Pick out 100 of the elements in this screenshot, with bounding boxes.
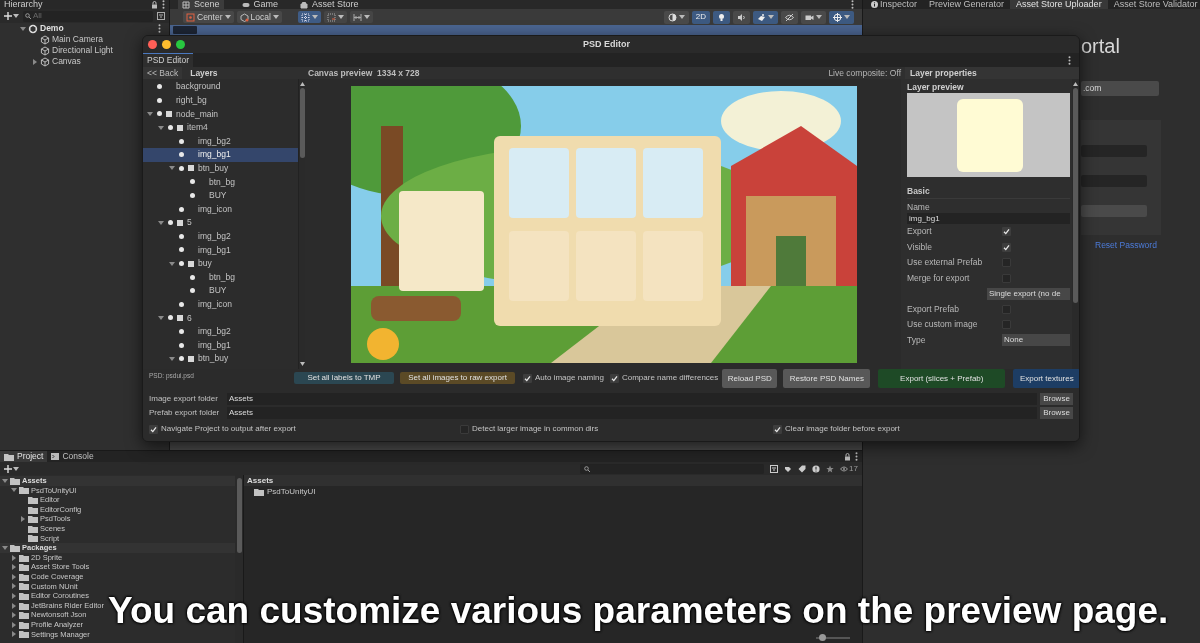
input-field[interactable] [1081,175,1147,187]
folder-path-field[interactable]: Assets [227,407,1037,419]
back-button[interactable]: << Back [143,67,183,79]
visibility-dot-icon[interactable] [157,84,162,90]
checkbox[interactable] [149,424,158,434]
visibility-dot-icon[interactable] [179,261,184,266]
view-toggle[interactable]: 2D [691,10,710,24]
collapse-arrow-icon[interactable] [32,58,38,65]
inspector-tab[interactable]: Asset Store Uploader [1010,0,1108,9]
expand-arrow-icon[interactable] [158,314,164,321]
scene-tab[interactable]: Scene [178,0,224,9]
view-toggle[interactable] [713,10,730,24]
layer-row[interactable]: BUY [143,283,298,298]
view-toggle[interactable] [753,10,778,24]
project-tab[interactable]: Project [0,451,48,462]
more-options-icon[interactable] [158,24,161,33]
dropdown[interactable]: Single export (no de [987,287,1070,300]
label-icon[interactable] [798,464,807,473]
layer-row[interactable]: img_icon [143,297,298,312]
view-toggle[interactable] [663,10,689,24]
layer-row[interactable]: img_bg2 [143,229,298,244]
project-tab[interactable]: Console [47,451,98,462]
visibility-dot-icon[interactable] [179,342,184,348]
visibility-dot-icon[interactable] [179,152,184,158]
scene-tab[interactable]: Game [237,0,283,9]
visibility-dot-icon[interactable] [179,329,184,334]
filter-icon[interactable] [157,12,165,20]
visibility-dot-icon[interactable] [179,165,184,171]
expand-arrow-icon[interactable] [158,219,164,226]
layer-row[interactable]: btn_bg [143,175,298,189]
collapse-arrow-icon[interactable] [11,612,17,619]
hierarchy-item[interactable]: Directional Light [52,45,113,56]
expand-arrow-icon[interactable] [2,477,8,484]
visibility-dot-icon[interactable] [168,315,173,321]
dropdown[interactable]: None [1002,334,1070,347]
collapse-arrow-icon[interactable] [11,564,17,571]
folder-item[interactable]: PsdToUnityUI [267,485,316,498]
search-field[interactable] [580,463,765,474]
visibility-dot-icon[interactable] [179,356,184,362]
action-button[interactable]: Restore PSD Names [783,369,871,388]
add-button[interactable] [4,464,19,473]
layer-row[interactable]: BUY [143,188,298,203]
expand-arrow-icon[interactable] [169,355,175,362]
more-options-icon[interactable] [851,0,854,9]
inspector-tab[interactable]: Asset Store Validator [1107,0,1200,9]
expand-arrow-icon[interactable] [169,260,175,267]
expand-arrow-icon[interactable] [11,487,17,494]
layer-row[interactable]: 6 [143,311,298,325]
browse-button[interactable]: Browse [1040,407,1073,419]
more-options-icon[interactable] [162,0,165,9]
toolbar-button[interactable] [323,11,347,23]
scroll-down-icon[interactable] [299,362,305,366]
scroll-up-icon[interactable] [1073,82,1078,86]
more-options-icon[interactable] [1068,55,1071,65]
action-button[interactable]: Export textures [1013,369,1079,388]
action-button[interactable]: Set all labels to TMP [294,372,394,384]
filter-icon[interactable] [770,464,779,473]
visibility-dot-icon[interactable] [168,220,173,226]
visibility-dot-icon[interactable] [157,111,162,117]
password-field[interactable] [1081,145,1147,157]
visibility-dot-icon[interactable] [179,233,184,239]
visibility-dot-icon[interactable] [190,179,195,185]
hierarchy-item[interactable]: Demo [40,23,64,34]
visibility-dot-icon[interactable] [190,288,195,294]
more-options-icon[interactable] [855,452,858,461]
layer-row[interactable]: btn_buy [143,351,298,366]
email-field[interactable]: .com [1081,81,1159,96]
collapse-arrow-icon[interactable] [11,583,17,590]
collapse-arrow-icon[interactable] [11,621,17,628]
name-field[interactable]: img_bg1 [907,213,1070,224]
collapse-arrow-icon[interactable] [20,516,26,523]
add-button[interactable] [4,12,19,20]
editor-tab[interactable]: PSD Editor [143,53,194,67]
visibility-dot-icon[interactable] [179,206,184,212]
visibility-dot-icon[interactable] [179,138,184,144]
star-icon[interactable] [826,464,835,473]
slider-thumb[interactable] [818,634,826,641]
layer-row[interactable]: right_bg [143,93,298,108]
warning-icon[interactable] [812,464,821,473]
action-button[interactable]: Reload PSD [722,369,778,388]
checkbox[interactable] [1002,227,1011,237]
collapse-arrow-icon[interactable] [11,631,17,638]
visibility-dot-icon[interactable] [179,301,184,307]
hidden-count[interactable]: 17 [840,462,858,475]
collapse-arrow-icon[interactable] [11,602,17,609]
search-field[interactable]: All [23,10,153,22]
lock-icon[interactable] [151,0,158,9]
visibility-dot-icon[interactable] [157,97,162,103]
scrollbar-thumb[interactable] [1073,88,1078,303]
visibility-dot-icon[interactable] [179,247,184,253]
layer-row[interactable]: img_bg2 [143,324,298,339]
scrollbar-thumb[interactable] [299,88,305,158]
view-toggle[interactable] [781,10,798,24]
expand-arrow-icon[interactable] [158,124,164,131]
checkbox[interactable] [1002,242,1011,252]
view-toggle[interactable] [801,10,826,24]
action-button[interactable]: Set all images to raw export [400,372,515,384]
visibility-dot-icon[interactable] [190,274,195,280]
checkbox[interactable] [523,373,532,383]
expand-arrow-icon[interactable] [169,165,175,172]
